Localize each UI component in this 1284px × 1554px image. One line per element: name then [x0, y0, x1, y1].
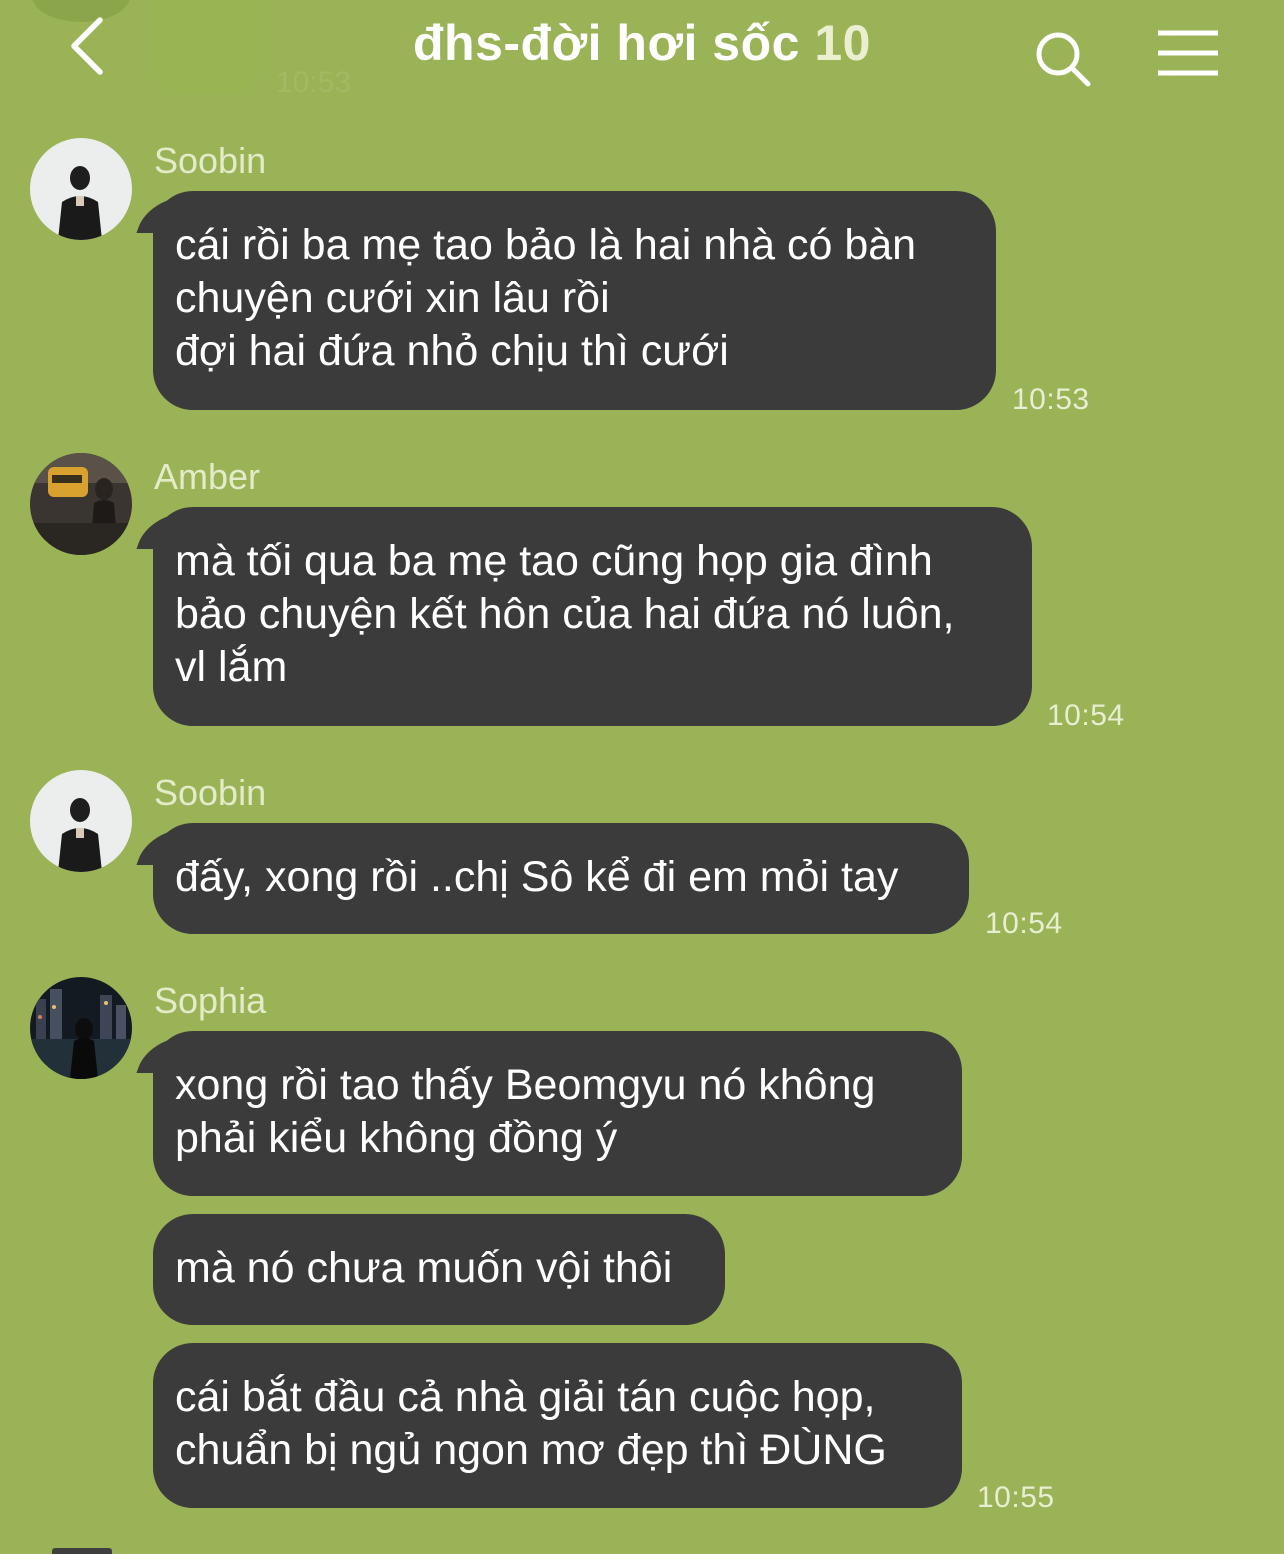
sender-name: Sophia: [154, 980, 267, 1021]
profile-photo-icon: [30, 453, 132, 555]
group-name: đhs-đời hơi sốc: [413, 15, 800, 71]
menu-button[interactable]: [1156, 28, 1220, 80]
message-bubble[interactable]: cái rồi ba mẹ tao bảo là hai nhà có bàn …: [153, 191, 996, 410]
profile-photo-icon: [30, 770, 132, 872]
message-bubble[interactable]: đấy, xong rồi ..chị Sô kể đi em mỏi tay: [153, 823, 969, 934]
message-time: 10:53: [1012, 383, 1090, 416]
message-time: 10:54: [1047, 699, 1125, 732]
message-bubble[interactable]: mà nó chưa muốn vội thôi: [153, 1214, 725, 1325]
profile-photo-icon: [30, 138, 132, 240]
next-message-avatar: [52, 1548, 112, 1554]
profile-photo-icon: [30, 977, 132, 1079]
member-count: 10: [814, 15, 871, 71]
sender-name: Soobin: [154, 772, 267, 813]
menu-icon: [1158, 30, 1218, 76]
sender-name: Amber: [154, 456, 261, 497]
message-time: 10:55: [977, 1481, 1055, 1514]
search-button[interactable]: [1030, 26, 1094, 90]
search-icon: [1036, 32, 1091, 87]
avatar-amber[interactable]: [30, 453, 132, 555]
avatar-soobin[interactable]: [30, 770, 132, 872]
message-bubble[interactable]: xong rồi tao thấy Beomgyu nó không phải …: [153, 1031, 962, 1196]
chat-header: đhs-đời hơi sốc 10: [0, 0, 1284, 100]
message-bubble[interactable]: mà tối qua ba mẹ tao cũng họp gia đình b…: [153, 507, 1032, 726]
message-bubble[interactable]: cái bắt đầu cả nhà giải tán cuộc họp, ch…: [153, 1343, 962, 1508]
avatar-sophia[interactable]: [30, 977, 132, 1079]
avatar-soobin[interactable]: [30, 138, 132, 240]
sender-name: Soobin: [154, 140, 267, 181]
message-time: 10:54: [985, 907, 1063, 940]
